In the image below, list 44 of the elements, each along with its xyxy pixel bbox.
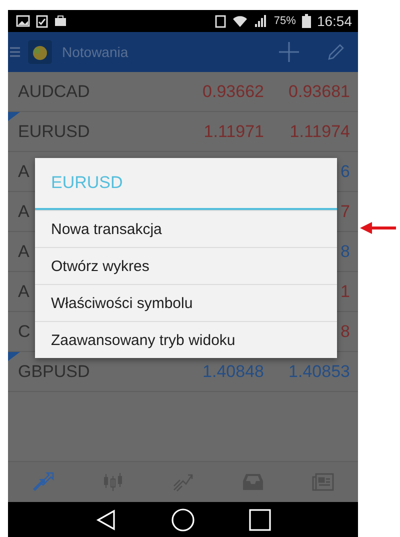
pencil-icon[interactable]	[326, 42, 346, 62]
picture-icon	[16, 15, 30, 27]
battery-icon	[302, 14, 311, 28]
wifi-icon	[232, 14, 248, 28]
symbol-name: C	[18, 322, 30, 342]
menu-item[interactable]: Zaawansowany tryb widoku	[35, 321, 337, 358]
app-logo-icon	[28, 40, 52, 64]
bid-price: 0.93662	[202, 82, 264, 102]
briefcase-icon	[54, 15, 67, 27]
symbol-name: A	[18, 162, 30, 182]
ask-price: 1	[340, 282, 350, 302]
battery-level: 75%	[274, 15, 296, 27]
ask-price: 0.93681	[288, 82, 350, 102]
clock: 16:54	[316, 13, 352, 29]
symbol-name: A	[18, 242, 30, 262]
dialog-title: EURUSD	[35, 158, 337, 210]
arrows-icon	[31, 471, 55, 493]
back-icon[interactable]	[95, 508, 117, 530]
home-icon[interactable]	[171, 508, 195, 532]
menu-item[interactable]: Właściwości symbolu	[35, 284, 337, 321]
newspaper-icon	[311, 471, 335, 493]
ask-price: 6	[340, 162, 350, 182]
ask-price: 1.40853	[288, 362, 350, 382]
bid-price: 1.40848	[202, 362, 264, 382]
ask-price: 8	[340, 242, 350, 262]
add-icon[interactable]	[278, 41, 300, 63]
symbol-name: A	[18, 282, 30, 302]
symbol-name: EURUSD	[18, 122, 90, 142]
arrow-icon	[360, 222, 396, 234]
menu-item[interactable]: Otwórz wykres	[35, 247, 337, 284]
ask-price: 7	[340, 202, 350, 222]
symbol-name: AUDCAD	[18, 82, 90, 102]
ask-price: 1.11974	[288, 122, 350, 142]
menu-icon[interactable]	[10, 46, 20, 58]
candlestick-icon	[101, 471, 125, 493]
menu-item[interactable]: Nowa transakcja	[35, 210, 337, 247]
bid-price: 1.11971	[202, 122, 264, 142]
screen-title: Notowania	[62, 44, 128, 60]
symbol-name: GBPUSD	[18, 362, 90, 382]
symbol-name: A	[18, 202, 30, 222]
inbox-icon	[241, 471, 265, 493]
ask-price: 8	[340, 322, 350, 342]
recents-icon[interactable]	[249, 508, 271, 530]
signal-icon	[254, 14, 268, 28]
